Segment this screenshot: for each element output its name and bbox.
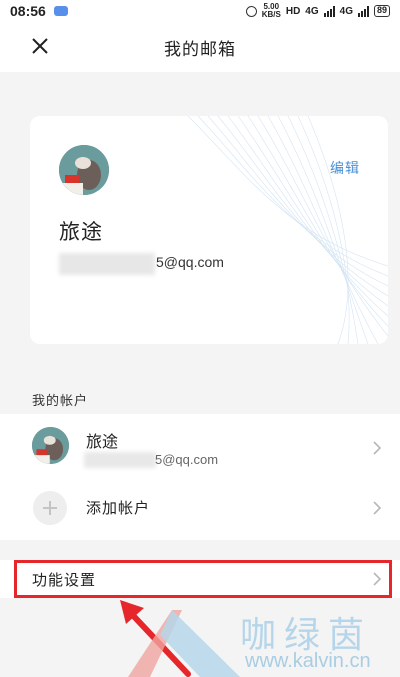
avatar-image xyxy=(59,145,109,195)
profile-card: 编辑 旅途 5@qq.com xyxy=(30,116,388,344)
accounts-list: 旅途 5@qq.com 添加帐户 xyxy=(0,414,400,540)
profile-name: 旅途 xyxy=(59,220,103,244)
highlight-box xyxy=(14,560,392,598)
signal-icon-2 xyxy=(357,5,369,17)
edit-button[interactable]: 编辑 xyxy=(330,158,360,178)
app-notification-icon xyxy=(53,6,68,16)
add-account-row[interactable]: 添加帐户 xyxy=(0,477,400,540)
close-icon[interactable] xyxy=(30,36,50,56)
chevron-right-icon xyxy=(373,441,382,455)
profile-email: 5@qq.com xyxy=(156,254,224,270)
watermark: 咖绿茵 www.kalvin.cn xyxy=(90,598,400,677)
network-speed: 5.00 KB/S xyxy=(262,3,281,19)
account-email: 5@qq.com xyxy=(155,452,219,467)
account-email-redaction xyxy=(84,452,156,468)
top-bar: 我的邮箱 xyxy=(0,22,400,72)
status-time: 08:56 xyxy=(10,3,46,19)
network-type-1: 4G xyxy=(305,5,319,17)
network-speed-unit: KB/S xyxy=(261,10,281,19)
network-type-2: 4G xyxy=(339,5,353,17)
alarm-icon xyxy=(245,5,257,17)
battery-level: 89 xyxy=(376,5,387,15)
page-title: 我的邮箱 xyxy=(164,39,236,60)
account-avatar xyxy=(32,427,69,464)
add-account-label: 添加帐户 xyxy=(86,499,151,517)
chevron-right-icon xyxy=(373,501,382,515)
plus-icon xyxy=(33,491,67,525)
avatar[interactable] xyxy=(59,145,109,195)
account-avatar-image xyxy=(32,427,69,464)
accounts-section-label: 我的帐户 xyxy=(32,394,89,409)
watermark-logo-icon xyxy=(128,610,240,677)
account-row[interactable]: 旅途 5@qq.com xyxy=(0,414,400,477)
account-name: 旅途 xyxy=(86,432,119,451)
status-icons: 5.00 KB/S HD 4G 4G 89 xyxy=(245,3,390,19)
email-redaction xyxy=(59,253,155,275)
battery-icon: 89 xyxy=(373,5,390,17)
status-bar: 08:56 5.00 KB/S HD 4G 4G 89 xyxy=(0,0,400,22)
card-wave-pattern xyxy=(187,116,388,344)
watermark-url: www.kalvin.cn xyxy=(245,650,371,672)
signal-icon xyxy=(323,5,335,17)
feature-settings-row[interactable]: 功能设置 xyxy=(0,560,400,598)
hd-indicator: HD xyxy=(285,5,301,17)
